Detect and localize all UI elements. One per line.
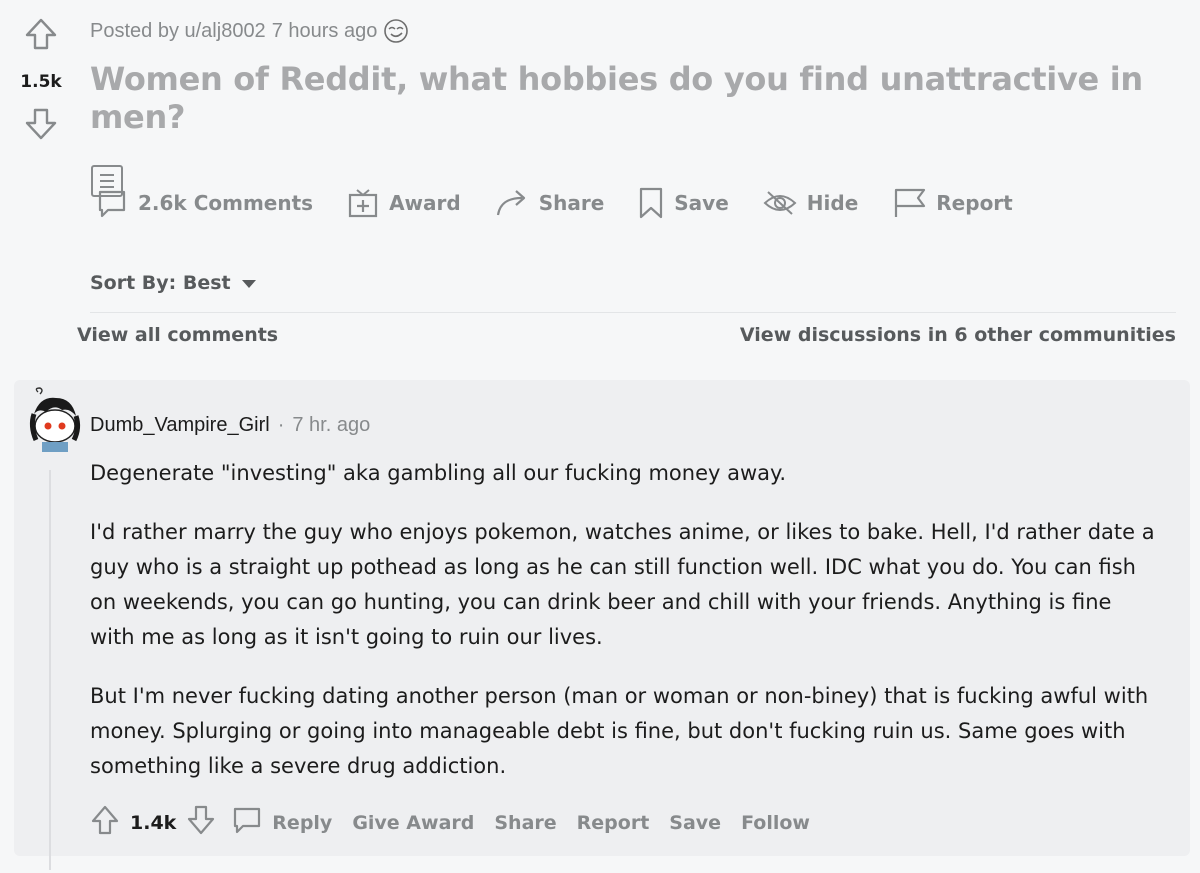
post-score: 1.5k bbox=[20, 72, 62, 92]
reply-label: Reply bbox=[272, 811, 333, 834]
flair-emoji-icon bbox=[383, 18, 409, 44]
downvote-arrow-icon[interactable] bbox=[186, 804, 216, 841]
caret-down-icon bbox=[241, 272, 257, 294]
hide-label: Hide bbox=[806, 191, 859, 215]
comment: Dumb_Vampire_Girl · 7 hr. ago Degenerate… bbox=[14, 380, 1190, 870]
share-button[interactable]: Share bbox=[495, 187, 605, 219]
separator-dot: · bbox=[277, 414, 285, 436]
view-discussions-link[interactable]: View discussions in 6 other communities bbox=[740, 324, 1176, 346]
share-arrow-icon bbox=[495, 187, 529, 219]
upvote-arrow-icon[interactable] bbox=[90, 804, 120, 841]
avatar[interactable] bbox=[24, 386, 84, 452]
comment-time[interactable]: 7 hr. ago bbox=[292, 414, 370, 437]
downvote-arrow-icon[interactable] bbox=[23, 106, 59, 142]
comment-paragraph: But I'm never fucking dating another per… bbox=[90, 684, 1149, 778]
share-label: Share bbox=[538, 191, 605, 215]
post-vote-column: 1.5k bbox=[18, 16, 64, 142]
comment-body: Degenerate "investing" aka gambling all … bbox=[90, 456, 1160, 808]
award-label: Award bbox=[389, 191, 461, 215]
sort-dropdown[interactable]: Sort By: Best bbox=[90, 272, 257, 294]
post-title[interactable]: Women of Reddit, what hobbies do you fin… bbox=[90, 60, 1180, 136]
share-button[interactable]: Share bbox=[494, 812, 556, 834]
view-all-comments-link[interactable]: View all comments bbox=[77, 324, 278, 346]
comments-button[interactable]: 2.6k Comments bbox=[96, 187, 313, 219]
follow-button[interactable]: Follow bbox=[741, 812, 810, 834]
upvote-arrow-icon[interactable] bbox=[23, 16, 59, 52]
speech-bubble-icon bbox=[96, 187, 128, 219]
comment-score: 1.4k bbox=[130, 811, 177, 834]
post-meta: Posted by u/alj8002 7 hours ago bbox=[90, 14, 1180, 48]
comment-action-bar: 1.4k Reply Give Award Share Report Save … bbox=[90, 804, 810, 841]
gift-icon bbox=[347, 187, 379, 219]
comments-count: 2.6k Comments bbox=[138, 191, 314, 215]
thread-line[interactable] bbox=[49, 470, 51, 870]
save-button[interactable]: Save bbox=[638, 186, 729, 220]
eye-slash-icon bbox=[763, 189, 797, 217]
comment-paragraph: Degenerate "investing" aka gambling all … bbox=[90, 461, 787, 485]
save-button[interactable]: Save bbox=[669, 812, 721, 834]
report-button[interactable]: Report bbox=[577, 812, 650, 834]
save-label: Save bbox=[674, 191, 729, 215]
give-award-button[interactable]: Give Award bbox=[352, 812, 474, 834]
flag-icon bbox=[892, 187, 926, 219]
divider bbox=[90, 312, 1176, 313]
comment-author[interactable]: Dumb_Vampire_Girl bbox=[90, 414, 270, 437]
report-label: Report bbox=[936, 191, 1013, 215]
sort-label: Sort By: Best bbox=[90, 272, 231, 294]
reply-button[interactable]: Reply bbox=[232, 805, 332, 840]
post-action-bar: 2.6k Comments Award Share Save Hide Repo… bbox=[96, 186, 1047, 220]
posted-by[interactable]: Posted by u/alj8002 bbox=[90, 20, 266, 43]
speech-bubble-icon bbox=[232, 805, 262, 840]
report-button[interactable]: Report bbox=[892, 187, 1013, 219]
post: Posted by u/alj8002 7 hours ago Women of… bbox=[90, 14, 1180, 198]
hide-button[interactable]: Hide bbox=[763, 189, 858, 217]
bookmark-icon bbox=[638, 186, 664, 220]
award-button[interactable]: Award bbox=[347, 187, 461, 219]
post-time: 7 hours ago bbox=[271, 19, 378, 42]
comment-header: Dumb_Vampire_Girl · 7 hr. ago bbox=[90, 414, 370, 437]
comment-paragraph: I'd rather marry the guy who enjoys poke… bbox=[90, 520, 1155, 649]
